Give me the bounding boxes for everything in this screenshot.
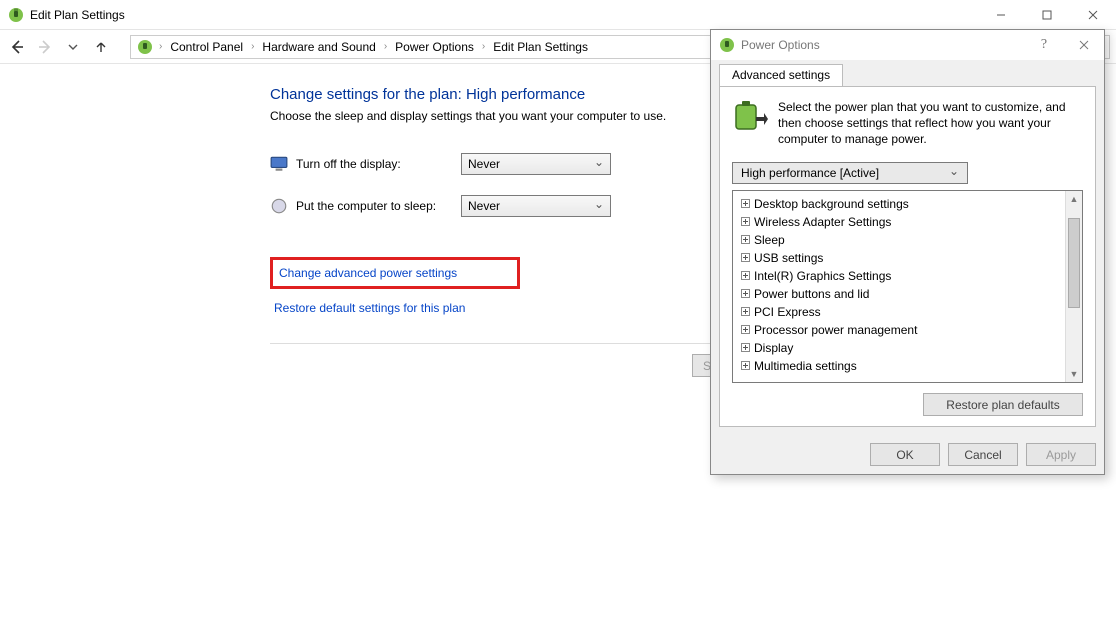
sleep-timeout-combo[interactable]: Never [461,195,611,217]
tree-item-label: Sleep [754,233,785,247]
expand-icon[interactable] [741,361,750,370]
tab-page: Select the power plan that you want to c… [719,86,1096,427]
power-options-dialog: Power Options ? Advanced settings Select… [710,29,1105,475]
window-title: Edit Plan Settings [30,8,125,22]
chevron-right-icon: › [249,41,256,52]
maximize-button[interactable] [1024,0,1070,30]
display-timeout-label: Turn off the display: [296,157,461,171]
tree-item-label: USB settings [754,251,823,265]
tree-item[interactable]: Processor power management [737,321,1064,339]
expand-icon[interactable] [741,271,750,280]
tree-item-label: Multimedia settings [754,359,857,373]
tree-item[interactable]: Multimedia settings [737,357,1064,375]
forward-button[interactable] [34,36,56,58]
expand-icon[interactable] [741,343,750,352]
monitor-icon [270,155,288,173]
tree-item[interactable]: USB settings [737,249,1064,267]
tree-item-label: Display [754,341,793,355]
dialog-title: Power Options [741,38,820,52]
breadcrumb-item[interactable]: Power Options [393,40,476,54]
expand-icon[interactable] [741,199,750,208]
restore-defaults-link[interactable]: Restore default settings for this plan [270,299,469,317]
breadcrumb-item[interactable]: Control Panel [168,40,245,54]
settings-tree[interactable]: Desktop background settings Wireless Adap… [732,190,1083,383]
chevron-right-icon: › [480,41,487,52]
expand-icon[interactable] [741,217,750,226]
tab-advanced-settings[interactable]: Advanced settings [719,64,843,86]
scroll-up-icon[interactable]: ▲ [1066,191,1082,208]
chevron-right-icon: › [157,41,164,52]
expand-icon[interactable] [741,235,750,244]
display-timeout-combo[interactable]: Never [461,153,611,175]
power-plan-combo[interactable]: High performance [Active] [732,162,968,184]
tree-item[interactable]: Power buttons and lid [737,285,1064,303]
ok-button[interactable]: OK [870,443,940,466]
advanced-settings-link[interactable]: Change advanced power settings [270,257,520,289]
titlebar: Edit Plan Settings [0,0,1116,30]
battery-plug-icon [732,99,768,135]
tree-item[interactable]: PCI Express [737,303,1064,321]
tree-item[interactable]: Wireless Adapter Settings [737,213,1064,231]
tree-item-label: Desktop background settings [754,197,909,211]
expand-icon[interactable] [741,325,750,334]
scroll-thumb[interactable] [1068,218,1080,308]
scroll-down-icon[interactable]: ▼ [1066,365,1082,382]
minimize-button[interactable] [978,0,1024,30]
back-button[interactable] [6,36,28,58]
dialog-titlebar: Power Options ? [711,30,1104,60]
power-plug-icon [8,7,24,23]
power-plug-icon [137,39,153,55]
apply-button[interactable]: Apply [1026,443,1096,466]
sleep-timeout-label: Put the computer to sleep: [296,199,461,213]
tab-strip: Advanced settings [711,60,1104,86]
tree-item-label: Processor power management [754,323,917,337]
tree-item-label: Power buttons and lid [754,287,869,301]
expand-icon[interactable] [741,307,750,316]
tree-item[interactable]: Display [737,339,1064,357]
power-plug-icon [719,37,735,53]
up-button[interactable] [90,36,112,58]
tree-item-label: PCI Express [754,305,821,319]
tree-item[interactable]: Intel(R) Graphics Settings [737,267,1064,285]
moon-icon [270,197,288,215]
expand-icon[interactable] [741,253,750,262]
help-button[interactable]: ? [1024,30,1064,60]
dialog-button-row: OK Cancel Apply [711,435,1104,474]
expand-icon[interactable] [741,289,750,298]
restore-plan-defaults-button[interactable]: Restore plan defaults [923,393,1083,416]
dialog-close-button[interactable] [1064,30,1104,60]
tree-item-label: Intel(R) Graphics Settings [754,269,891,283]
close-button[interactable] [1070,0,1116,30]
scrollbar[interactable]: ▲ ▼ [1065,191,1082,382]
tree-item-label: Wireless Adapter Settings [754,215,891,229]
breadcrumb-item[interactable]: Edit Plan Settings [491,40,590,54]
tree-item[interactable]: Desktop background settings [737,195,1064,213]
cancel-button[interactable]: Cancel [948,443,1018,466]
tree-item[interactable]: Sleep [737,231,1064,249]
recent-dropdown[interactable] [62,36,84,58]
chevron-right-icon: › [382,41,389,52]
breadcrumb-item[interactable]: Hardware and Sound [260,40,377,54]
dialog-intro-text: Select the power plan that you want to c… [778,99,1083,148]
